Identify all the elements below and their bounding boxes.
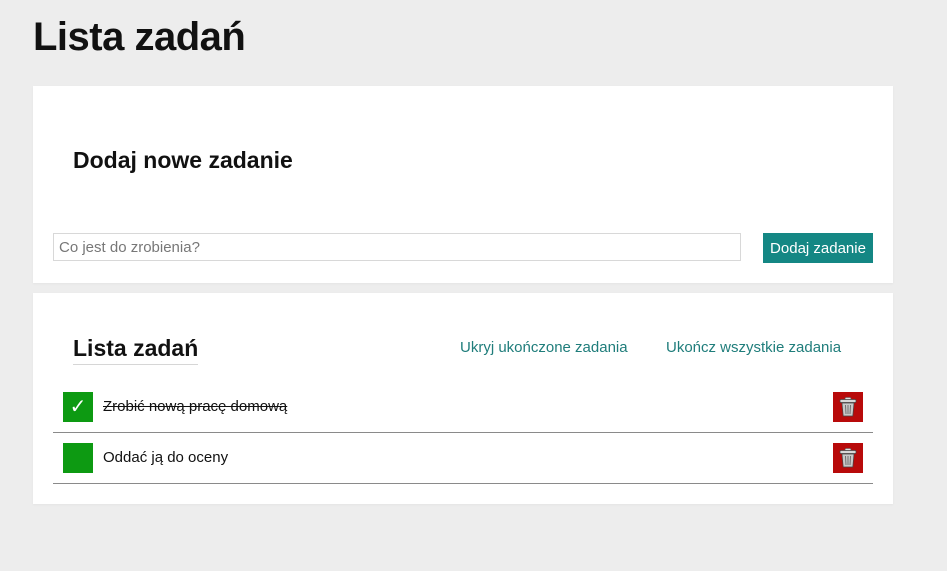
- check-icon: ✓: [69, 396, 87, 418]
- add-task-heading: Dodaj nowe zadanie: [73, 147, 293, 173]
- task-item: ✓ Zrobić nową pracę domową: [53, 382, 873, 433]
- delete-task-button[interactable]: [833, 443, 863, 473]
- add-task-button[interactable]: Dodaj zadanie: [763, 233, 873, 263]
- complete-all-link[interactable]: Ukończ wszystkie zadania: [666, 339, 841, 356]
- task-checkbox-checked[interactable]: ✓: [63, 392, 93, 422]
- delete-task-button[interactable]: [833, 392, 863, 422]
- trash-icon: [839, 397, 857, 417]
- task-item: Oddać ją do oceny: [53, 433, 873, 484]
- task-list-heading: Lista zadań: [73, 334, 199, 365]
- task-text: Zrobić nową pracę domową: [103, 398, 288, 415]
- task-checkbox-unchecked[interactable]: [63, 443, 93, 473]
- page-title: Lista zadań: [33, 15, 246, 59]
- trash-icon: [839, 448, 857, 468]
- hide-completed-link[interactable]: Ukryj ukończone zadania: [460, 339, 628, 356]
- task-list-card: Lista zadań Ukryj ukończone zadania Ukoń…: [33, 293, 893, 504]
- add-task-card: Dodaj nowe zadanie Dodaj zadanie: [33, 86, 893, 283]
- task-text: Oddać ją do oceny: [103, 449, 229, 466]
- new-task-input[interactable]: [53, 233, 741, 261]
